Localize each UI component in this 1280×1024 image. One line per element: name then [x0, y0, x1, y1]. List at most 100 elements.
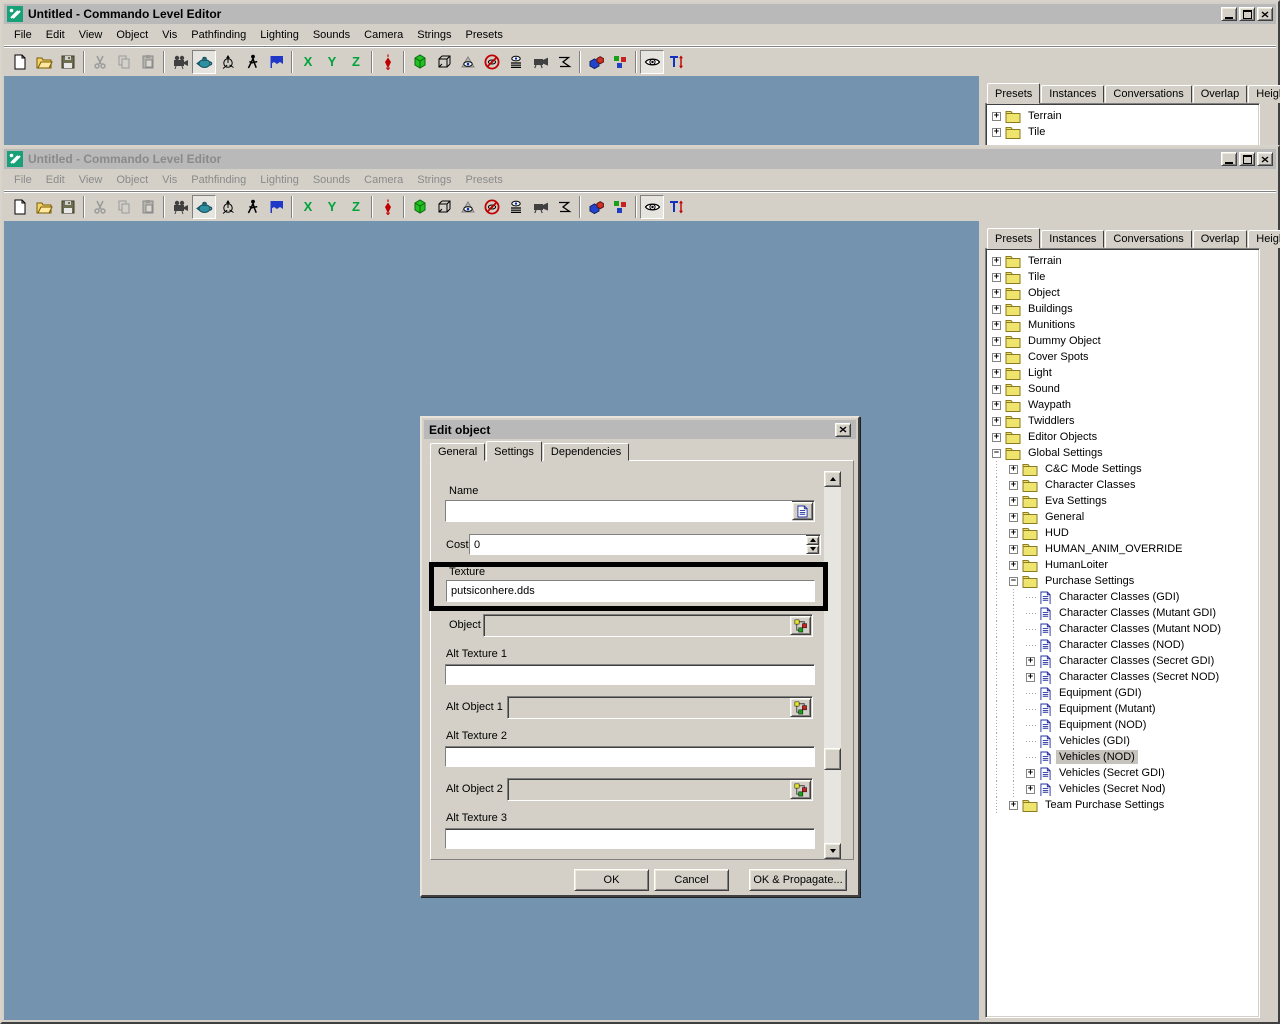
tree-item-equipment-gdi[interactable]: Equipment (GDI) [986, 685, 1259, 701]
expand-icon[interactable]: + [992, 321, 1001, 330]
open-button[interactable] [32, 195, 56, 219]
solid-cube-button[interactable] [408, 50, 432, 74]
cost-input[interactable] [470, 535, 806, 554]
dialog-tab-dependencies[interactable]: Dependencies [543, 443, 629, 461]
dialog-tab-general[interactable]: General [430, 443, 485, 461]
alt-texture-3-input[interactable] [446, 830, 814, 849]
menu-presets[interactable]: Presets [459, 26, 510, 44]
menu-file[interactable]: File [7, 171, 39, 189]
waypoint-flag-button[interactable] [264, 50, 288, 74]
vertical-drop-button[interactable] [376, 50, 400, 74]
cost-spin-up[interactable] [806, 536, 819, 545]
tree-item-global-settings[interactable]: −Global Settings [986, 445, 1259, 461]
menu-vis[interactable]: Vis [155, 171, 184, 189]
tab-instances[interactable]: Instances [1041, 230, 1104, 248]
window-front-titlebar[interactable]: Untitled - Commando Level Editor [4, 149, 1276, 169]
maximize-button[interactable] [1239, 152, 1255, 166]
object-cubes-button[interactable] [584, 195, 608, 219]
alt-object-1-picker-button[interactable] [790, 698, 811, 717]
tree-item-sound[interactable]: +Sound [986, 381, 1259, 397]
wire-cube-button[interactable] [432, 50, 456, 74]
tree-item-hud[interactable]: +HUD [986, 525, 1259, 541]
ok-propagate-button[interactable]: OK & Propagate... [749, 869, 847, 891]
menu-strings[interactable]: Strings [410, 171, 458, 189]
tree-item-light[interactable]: +Light [986, 365, 1259, 381]
expand-icon[interactable]: + [992, 273, 1001, 282]
expand-icon[interactable]: + [992, 112, 1001, 121]
walk-mode-button[interactable] [240, 50, 264, 74]
ok-button[interactable]: OK [574, 869, 649, 891]
movie-camera-button[interactable] [168, 50, 192, 74]
menu-object[interactable]: Object [109, 26, 155, 44]
axis-y-button[interactable]: Y [320, 50, 344, 74]
object-squares-button[interactable] [608, 195, 632, 219]
tree-item-munitions[interactable]: +Munitions [986, 317, 1259, 333]
object-squares-button[interactable] [608, 50, 632, 74]
expand-icon[interactable]: + [1009, 497, 1018, 506]
cancel-button[interactable]: Cancel [654, 869, 729, 891]
waypoint-flag-button[interactable] [264, 195, 288, 219]
menu-view[interactable]: View [72, 171, 110, 189]
vis-hide-button[interactable] [480, 195, 504, 219]
axis-z-button[interactable]: Z [344, 50, 368, 74]
tab-presets[interactable]: Presets [987, 83, 1040, 104]
vis-sector-button[interactable] [552, 50, 576, 74]
dialog-scrollbar[interactable] [824, 471, 841, 859]
save-button[interactable] [56, 50, 80, 74]
expand-icon[interactable]: + [992, 128, 1001, 137]
scroll-down-button[interactable] [824, 843, 841, 859]
menu-edit[interactable]: Edit [39, 171, 72, 189]
expand-icon[interactable]: + [1009, 465, 1018, 474]
tree-item-tile[interactable]: +Tile [986, 124, 1259, 140]
menu-camera[interactable]: Camera [357, 26, 410, 44]
solid-cube-button[interactable] [408, 195, 432, 219]
vis-eye-button[interactable] [456, 50, 480, 74]
collapse-icon[interactable]: − [992, 449, 1001, 458]
tab-presets[interactable]: Presets [987, 228, 1040, 249]
texture-input[interactable] [447, 581, 814, 601]
tree-item-character-classes-gdi[interactable]: Character Classes (GDI) [986, 589, 1259, 605]
minimize-button[interactable] [1221, 7, 1237, 21]
tree-item-terrain[interactable]: +Terrain [986, 253, 1259, 269]
tab-overlap[interactable]: Overlap [1193, 85, 1248, 103]
tree-item-dummy-object[interactable]: +Dummy Object [986, 333, 1259, 349]
menu-pathfinding[interactable]: Pathfinding [184, 26, 253, 44]
camera-side-button[interactable] [528, 50, 552, 74]
tab-instances[interactable]: Instances [1041, 85, 1104, 103]
menu-edit[interactable]: Edit [39, 26, 72, 44]
menu-lighting[interactable]: Lighting [253, 171, 306, 189]
expand-icon[interactable]: + [992, 385, 1001, 394]
open-button[interactable] [32, 50, 56, 74]
teapot-button[interactable] [192, 50, 216, 74]
menu-sounds[interactable]: Sounds [306, 26, 357, 44]
vis-hide-button[interactable] [480, 50, 504, 74]
expand-icon[interactable]: + [1026, 657, 1035, 666]
rotate-axis-button[interactable] [216, 195, 240, 219]
expand-icon[interactable]: + [1026, 769, 1035, 778]
tab-conversations[interactable]: Conversations [1105, 85, 1191, 103]
tree-item-character-classes-secret-gdi[interactable]: +Character Classes (Secret GDI) [986, 653, 1259, 669]
show-all-eye-button[interactable] [640, 195, 664, 219]
text-height-button[interactable] [664, 195, 688, 219]
maximize-button[interactable] [1239, 7, 1255, 21]
tab-overlap[interactable]: Overlap [1193, 230, 1248, 248]
expand-icon[interactable]: + [992, 417, 1001, 426]
tree-item-object[interactable]: +Object [986, 285, 1259, 301]
scroll-up-button[interactable] [824, 471, 841, 487]
expand-icon[interactable]: + [1009, 801, 1018, 810]
tree-item-cover-spots[interactable]: +Cover Spots [986, 349, 1259, 365]
tree-item-equipment-nod[interactable]: Equipment (NOD) [986, 717, 1259, 733]
tree-item-character-classes-secret-nod[interactable]: +Character Classes (Secret NOD) [986, 669, 1259, 685]
alt-object-2-picker-button[interactable] [790, 780, 811, 799]
menu-presets[interactable]: Presets [459, 171, 510, 189]
tree-item-humanloiter[interactable]: +HumanLoiter [986, 557, 1259, 573]
scrollbar-thumb[interactable] [824, 748, 841, 770]
expand-icon[interactable]: + [1009, 529, 1018, 538]
cost-spin-down[interactable] [806, 545, 819, 554]
menu-vis[interactable]: Vis [155, 26, 184, 44]
vis-layers-button[interactable] [504, 50, 528, 74]
show-all-eye-button[interactable] [640, 50, 664, 74]
tree-item-twiddlers[interactable]: +Twiddlers [986, 413, 1259, 429]
wire-cube-button[interactable] [432, 195, 456, 219]
menu-pathfinding[interactable]: Pathfinding [184, 171, 253, 189]
